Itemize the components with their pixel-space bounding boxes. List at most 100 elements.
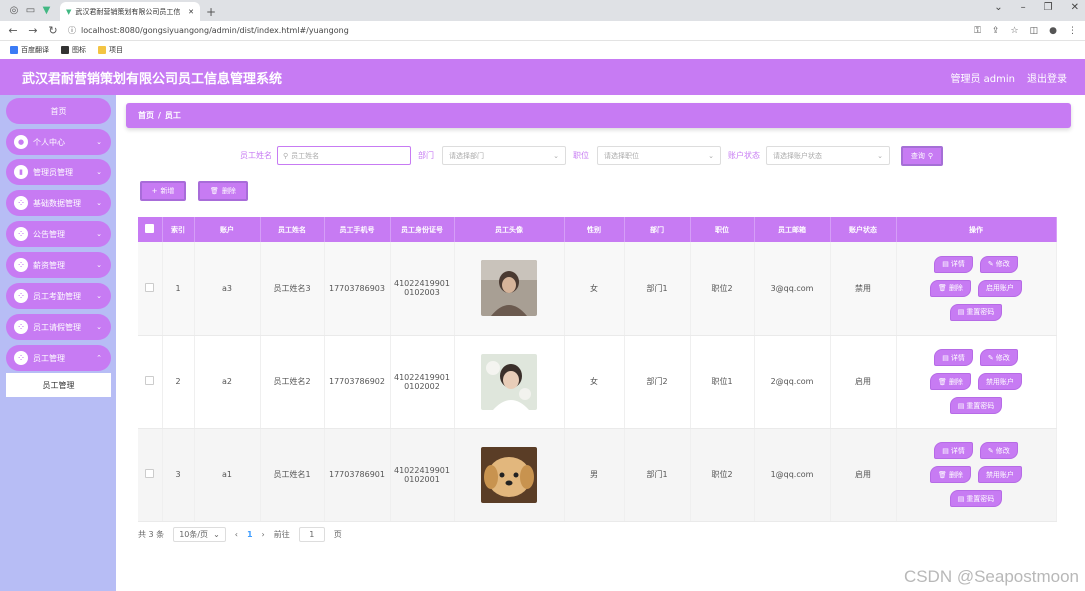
reset-password-button[interactable]: ▤ 重置密码 [949, 303, 1003, 321]
logout-link[interactable]: 退出登录 [1027, 70, 1067, 85]
key-icon[interactable]: ⚿ [974, 26, 981, 36]
edit-button[interactable]: ✎ 修改 [979, 255, 1018, 273]
detail-icon: ▤ [942, 446, 949, 455]
select-all-checkbox[interactable] [145, 224, 155, 233]
detail-button[interactable]: ▤ 详情 [934, 255, 973, 273]
breadcrumb-home[interactable]: 首页 [138, 110, 154, 121]
cell-name: 员工姓名1 [260, 428, 325, 522]
current-page[interactable]: 1 [247, 530, 253, 539]
tab-list-icon[interactable]: ⌄ [994, 2, 1002, 13]
edit-button[interactable]: ✎ 修改 [979, 349, 1018, 366]
idcard-line: 41022419901 [394, 465, 450, 475]
status-select[interactable]: 请选择账户状态 ⌄ [766, 146, 890, 165]
toggle-account-button[interactable]: 启用账户 [977, 279, 1022, 297]
bookmark-label: 项目 [109, 46, 123, 54]
cell-status: 启用 [830, 335, 897, 429]
edit-button[interactable]: ✎ 修改 [979, 442, 1018, 459]
next-page-icon[interactable]: › [262, 530, 265, 539]
sidebar-item-basedata[interactable]: ⁘ 基础数据管理 ⌄ [6, 190, 111, 216]
search-icon: ⚲ [283, 151, 289, 160]
avatar[interactable] [481, 353, 537, 410]
sidebar-item-profile[interactable]: ● 个人中心 ⌄ [6, 129, 111, 155]
bookmark-item[interactable]: 图标 [61, 45, 86, 55]
row-checkbox[interactable] [145, 376, 155, 385]
sidebar-item-home[interactable]: 首页 [6, 98, 111, 124]
avatar[interactable] [481, 446, 537, 503]
status-placeholder: 请选择账户状态 [773, 151, 822, 160]
bookmarks-bar: 百度翻译 图标 项目 [0, 41, 1085, 59]
minimize-icon[interactable]: – [1021, 2, 1026, 13]
toggle-label: 禁用账户 [985, 470, 1014, 479]
reload-icon[interactable]: ↻ [48, 24, 58, 37]
actions-row: ▤ 详情 ✎ 修改 [934, 442, 1018, 459]
row-checkbox[interactable] [145, 469, 155, 478]
avatar[interactable] [481, 260, 537, 317]
delete-button[interactable]: 🗑 删除 [930, 466, 971, 483]
column-header: 职位 [690, 217, 755, 242]
close-window-icon[interactable]: ✕ [1071, 2, 1079, 13]
reset-password-button[interactable]: ▤ 重置密码 [949, 490, 1003, 507]
star-icon[interactable]: ☆ [1011, 26, 1019, 36]
query-button[interactable]: 查询 ⚲ [901, 146, 943, 166]
browser-tab[interactable]: ▼ 武汉君耐营销策划有限公司员工信 ✕ [60, 2, 200, 21]
breadcrumb-separator: / [158, 111, 161, 120]
chevron-down-icon: ⌄ [96, 199, 102, 207]
back-icon[interactable]: ← [8, 24, 18, 37]
menu-icon[interactable]: ⋮ [1068, 26, 1077, 36]
add-button[interactable]: + 新增 [140, 181, 186, 201]
edit-icon: ✎ [987, 260, 994, 269]
goto-page-input[interactable]: 1 [298, 527, 325, 542]
user-icon: ● [14, 135, 28, 149]
sidebar-item-salary[interactable]: ⁘ 薪资管理 ⌄ [6, 252, 111, 278]
detail-button[interactable]: ▤ 详情 [934, 442, 973, 459]
cell-actions: ▤ 详情 ✎ 修改 🗑 删除 启用账户 ▤ 重置密码 [896, 242, 1057, 336]
url-field[interactable]: ⓘ localhost:8080/gongsiyuangong/admin/di… [68, 25, 964, 36]
position-select[interactable]: 请选择职位 ⌄ [597, 146, 721, 165]
row-checkbox[interactable] [145, 282, 155, 292]
name-search-input[interactable]: ⚲ 员工姓名 [277, 146, 411, 165]
sidebar-subitem-employee[interactable]: 员工管理 [6, 373, 111, 397]
breadcrumb-current: 员工 [164, 111, 181, 120]
cell-email: 1@qq.com [754, 428, 831, 522]
prev-page-icon[interactable]: ‹ [235, 530, 238, 539]
bookmark-item[interactable]: 百度翻译 [10, 45, 49, 55]
detail-label: 详情 [950, 260, 965, 269]
toggle-account-button[interactable]: 禁用账户 [977, 466, 1022, 483]
tab-close-icon[interactable]: ✕ [188, 8, 194, 16]
forward-icon[interactable]: → [28, 24, 38, 37]
bookmark-item[interactable]: 项目 [98, 45, 123, 55]
restore-icon[interactable]: ❐ [1044, 2, 1053, 13]
grid-icon: ⁘ [14, 258, 28, 272]
delete-button[interactable]: 🗑 删除 [930, 279, 971, 297]
delete-button[interactable]: 🗑 删除 [930, 373, 971, 390]
actions-row: 🗑 删除 启用账户 [930, 279, 1022, 297]
tab-search-icon[interactable]: ▭ [26, 5, 35, 16]
dept-select[interactable]: 请选择部门 ⌄ [442, 146, 566, 165]
reset-password-button[interactable]: ▤ 重置密码 [949, 397, 1003, 414]
sidebar-item-label: 员工考勤管理 [33, 291, 81, 301]
new-tab-button[interactable]: + [200, 2, 222, 21]
sidepanel-icon[interactable]: ◫ [1030, 26, 1039, 36]
trash-icon: 🗑 [938, 377, 947, 386]
translate-icon [10, 46, 18, 54]
share-icon[interactable]: ⇪ [992, 26, 1000, 36]
toggle-account-button[interactable]: 禁用账户 [977, 373, 1022, 390]
detail-button[interactable]: ▤ 详情 [934, 349, 973, 366]
sidebar-item-employee[interactable]: ⁘ 员工管理 ⌃ [6, 345, 111, 371]
page-size-select[interactable]: 10条/页 ⌄ [173, 527, 226, 542]
batch-delete-button[interactable]: 🗑 删除 [198, 181, 248, 201]
grid-icon: ⁘ [14, 196, 28, 210]
sidebar-item-admin[interactable]: ▮ 管理员管理 ⌄ [6, 159, 111, 185]
cell-status: 启用 [830, 428, 897, 522]
info-icon[interactable]: ⓘ [68, 25, 76, 36]
profile-icon[interactable]: ● [1049, 26, 1057, 36]
edit-icon: ✎ [987, 353, 994, 362]
sidebar-item-leave[interactable]: ⁘ 员工请假管理 ⌄ [6, 314, 111, 340]
reset-icon: ▤ [957, 494, 965, 503]
page-unit: 页 [333, 530, 342, 539]
column-header: 索引 [162, 217, 195, 242]
cell-phone: 17703786902 [324, 335, 391, 429]
sidebar-item-notice[interactable]: ⁘ 公告管理 ⌄ [6, 221, 111, 247]
browser-profile-icon[interactable]: ◎ [10, 5, 19, 16]
sidebar-item-attendance[interactable]: ⁘ 员工考勤管理 ⌄ [6, 283, 111, 309]
